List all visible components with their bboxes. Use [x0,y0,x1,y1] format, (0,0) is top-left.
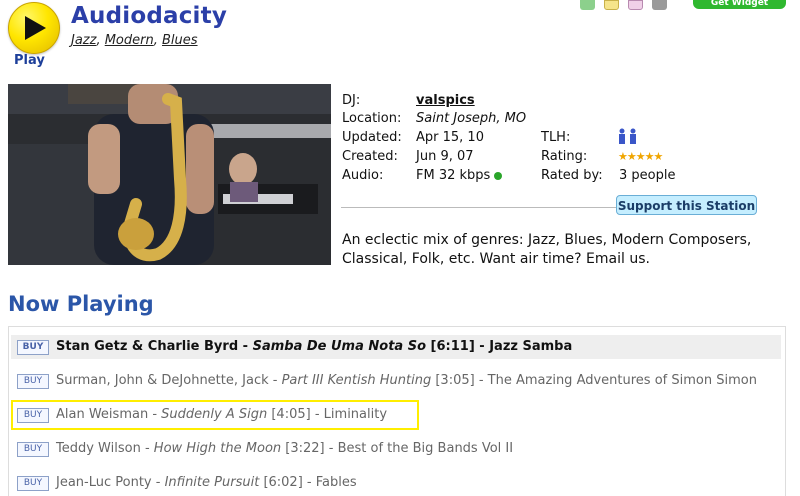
track-row: BUY Surman, John & DeJohnette, Jack - Pa… [11,369,781,393]
audio-value: FM 32 kbps [416,168,503,183]
track-artist: Surman, John & DeJohnette, Jack [56,373,269,388]
buy-button[interactable]: BUY [17,340,49,355]
updated-value: Apr 15, 10 [416,130,484,145]
track-artist: Teddy Wilson [56,441,141,456]
updated-label: Updated: [342,130,402,145]
track-duration: [3:05] [435,373,475,388]
audio-label: Audio: [342,168,384,183]
track-album: The Amazing Adventures of Simon Simon [487,373,757,388]
play-icon [25,16,46,40]
add-icon[interactable] [580,0,595,10]
buy-button[interactable]: BUY [17,374,49,389]
box-icon[interactable] [652,0,667,10]
status-dot-icon [494,171,503,180]
genre-links: Jazz, Modern, Blues [71,33,198,48]
chart-icon[interactable] [628,0,643,10]
track-row-current: BUY Stan Getz & Charlie Byrd - Samba De … [11,335,781,359]
buy-button[interactable]: BUY [17,476,49,491]
track-artist: Stan Getz & Charlie Byrd [56,339,239,354]
track-artist: Jean-Luc Ponty [56,475,152,490]
now-playing-heading: Now Playing [8,292,154,316]
rated-by-label: Rated by: [541,168,603,183]
play-label[interactable]: Play [14,53,45,68]
track-row: BUY Jean-Luc Ponty - Infinite Pursuit [6… [11,471,781,495]
location-label: Location: [342,111,402,126]
people-icon [617,128,639,148]
track-album: Fables [315,475,357,490]
genre-link-blues[interactable]: Blues [162,33,198,48]
rating-label: Rating: [541,149,588,164]
dj-label: DJ: [342,93,361,108]
track-duration: [6:02] [263,475,303,490]
support-station-button[interactable]: Support this Station [616,195,757,215]
created-value: Jun 9, 07 [416,149,474,164]
track-title: Samba De Uma Nota So [252,339,427,354]
audio-bitrate: FM 32 kbps [416,168,491,183]
track-duration: [6:11] [430,339,475,354]
play-button[interactable] [8,2,60,54]
rated-by-value: 3 people [619,168,676,183]
track-title: Infinite Pursuit [164,475,260,490]
toolbar-icons [580,0,667,10]
station-photo [8,84,331,265]
highlight-box [11,400,419,430]
track-title: How High the Moon [153,441,282,456]
genre-link-jazz[interactable]: Jazz [71,33,96,48]
email-icon[interactable] [604,0,619,10]
location-value: Saint Joseph, MO [416,111,527,126]
track-row: BUY Teddy Wilson - How High the Moon [3:… [11,437,781,461]
track-album: Jazz Samba [489,339,573,354]
dj-name-link[interactable]: valspics [416,93,475,108]
get-widget-button[interactable]: Get Widget [693,0,786,9]
rating-stars-icon: ★★★★★ [618,150,663,163]
tlh-label: TLH: [541,130,571,145]
track-duration: [3:22] [285,441,325,456]
station-title: Audiodacity [71,3,228,29]
station-description: An eclectic mix of genres: Jazz, Blues, … [342,232,752,267]
genre-link-modern[interactable]: Modern [105,33,154,48]
track-album: Best of the Big Bands Vol II [337,441,514,456]
track-title: Part III Kentish Hunting [281,373,432,388]
buy-button[interactable]: BUY [17,442,49,457]
created-label: Created: [342,149,398,164]
